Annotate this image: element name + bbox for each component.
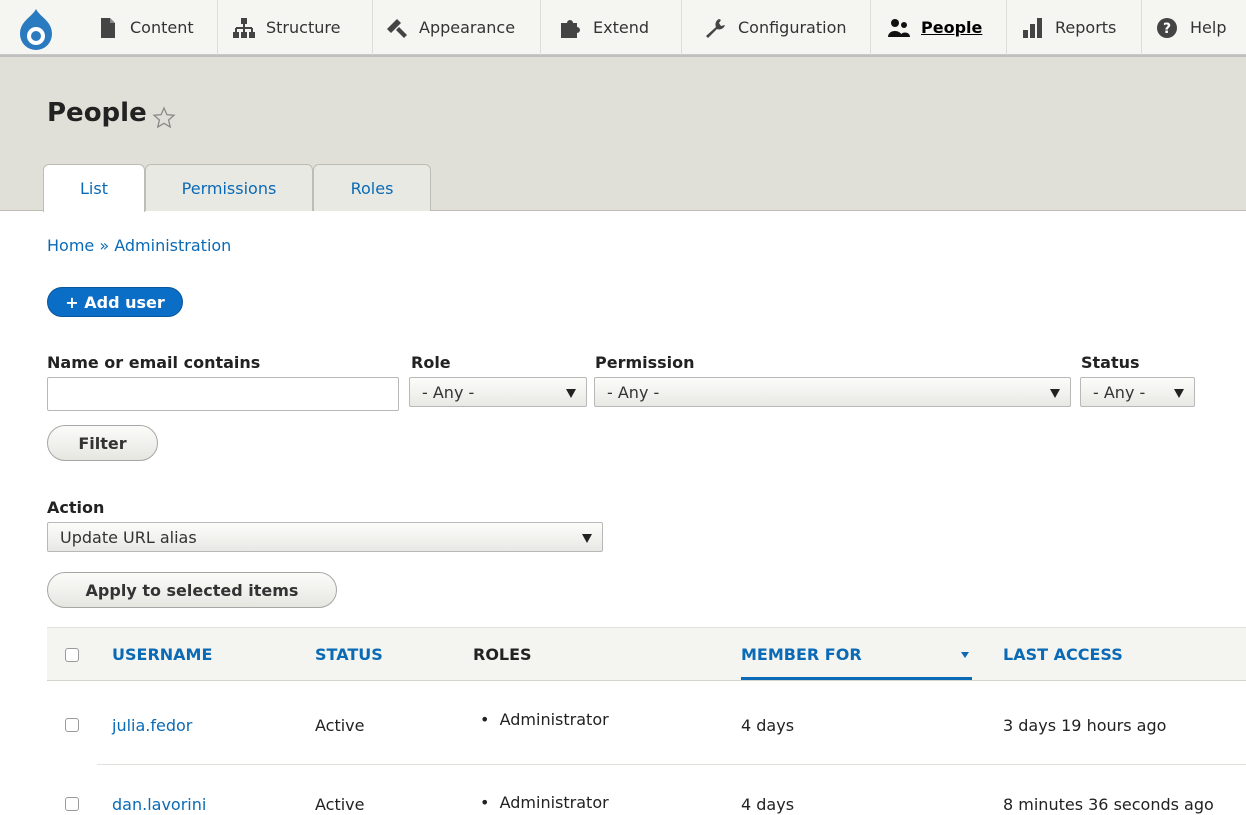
page-title: People [47, 98, 147, 128]
column-roles: ROLES [473, 645, 532, 664]
filter-button[interactable]: Filter [47, 425, 158, 461]
add-user-button[interactable]: + Add user [47, 287, 183, 317]
tab-permissions[interactable]: Permissions [145, 164, 313, 211]
username-link[interactable]: dan.lavorini [112, 795, 206, 814]
toolbar-item-label: Content [130, 18, 194, 37]
toolbar-item-label: Help [1190, 18, 1227, 37]
apply-selected-button[interactable]: Apply to selected items [47, 572, 337, 608]
toolbar-item-label: People [921, 18, 983, 37]
active-sort-indicator [741, 677, 972, 680]
tab-roles[interactable]: Roles [313, 164, 431, 211]
toolbar-item-label: Appearance [419, 18, 516, 37]
status-cell: Active [315, 716, 365, 735]
name-email-input[interactable] [47, 377, 399, 411]
permission-filter-label: Permission [595, 353, 695, 372]
star-shortcut-icon[interactable] [152, 106, 176, 130]
status-cell: Active [315, 795, 365, 814]
select-all-checkbox[interactable] [65, 648, 79, 662]
toolbar-item-configuration[interactable]: Configuration [682, 0, 871, 55]
toolbar-item-reports[interactable]: Reports [1007, 0, 1142, 55]
toolbar-item-people[interactable]: People [871, 0, 1007, 55]
people-icon [888, 18, 910, 37]
svg-text:?: ? [1163, 21, 1171, 37]
last-access-cell: 8 minutes 36 seconds ago [1003, 795, 1214, 814]
row-checkbox[interactable] [65, 718, 79, 732]
chevron-down-icon [566, 389, 576, 398]
structure-icon [233, 17, 255, 38]
toolbar-item-structure[interactable]: Structure [218, 0, 373, 55]
breadcrumb-home[interactable]: Home [47, 236, 94, 255]
action-select-value: Update URL alias [60, 527, 197, 547]
action-label: Action [47, 498, 105, 517]
toolbar-item-extend[interactable]: Extend [541, 0, 682, 55]
admin-toolbar: Content Structure Appearance Extend Conf… [0, 0, 1246, 55]
bar-chart-icon [1023, 17, 1042, 38]
action-select[interactable]: Update URL alias [47, 522, 603, 552]
breadcrumb-administration[interactable]: Administration [114, 236, 231, 255]
chevron-down-icon [582, 534, 592, 543]
status-select[interactable]: - Any - [1080, 377, 1195, 407]
help-icon: ? [1157, 17, 1177, 38]
role-select-value: - Any - [422, 382, 475, 402]
column-last-access[interactable]: LAST ACCESS [1003, 645, 1123, 664]
name-filter-label: Name or email contains [47, 353, 261, 372]
status-select-value: - Any - [1093, 382, 1146, 402]
role-value: Administrator [499, 793, 609, 812]
column-status[interactable]: STATUS [315, 645, 383, 664]
role-cell: • Administrator [480, 710, 609, 729]
breadcrumb-separator: » [99, 236, 110, 255]
permission-select-value: - Any - [607, 382, 660, 402]
member-for-cell: 4 days [741, 716, 795, 735]
toolbar-item-label: Reports [1055, 18, 1117, 37]
column-member-for[interactable]: MEMBER FOR [741, 645, 862, 664]
brush-icon [387, 18, 407, 38]
toolbar-item-label: Extend [593, 18, 649, 37]
toolbar-item-content[interactable]: Content [84, 0, 218, 55]
wrench-icon [706, 18, 725, 38]
puzzle-icon [561, 19, 580, 38]
breadcrumb: Home » Administration [47, 236, 231, 255]
role-select[interactable]: - Any - [409, 377, 587, 407]
role-cell: • Administrator [480, 793, 609, 812]
role-value: Administrator [499, 710, 609, 729]
toolbar-item-appearance[interactable]: Appearance [373, 0, 541, 55]
drupal-logo-icon[interactable] [12, 7, 60, 51]
tab-list[interactable]: List [43, 164, 145, 212]
document-icon [101, 17, 115, 38]
member-for-cell: 4 days [741, 795, 795, 814]
toolbar-item-label: Structure [266, 18, 341, 37]
chevron-down-icon [1174, 389, 1184, 398]
chevron-down-icon [1050, 389, 1060, 398]
row-checkbox[interactable] [65, 797, 79, 811]
permission-select[interactable]: - Any - [594, 377, 1071, 407]
role-filter-label: Role [411, 353, 451, 372]
sort-descending-icon [961, 652, 969, 658]
toolbar-item-help[interactable]: ? Help [1142, 0, 1246, 55]
status-filter-label: Status [1081, 353, 1140, 372]
username-link[interactable]: julia.fedor [112, 716, 192, 735]
last-access-cell: 3 days 19 hours ago [1003, 716, 1167, 735]
column-username[interactable]: USERNAME [112, 645, 212, 664]
row-divider [97, 764, 1246, 765]
toolbar-item-label: Configuration [738, 18, 847, 37]
